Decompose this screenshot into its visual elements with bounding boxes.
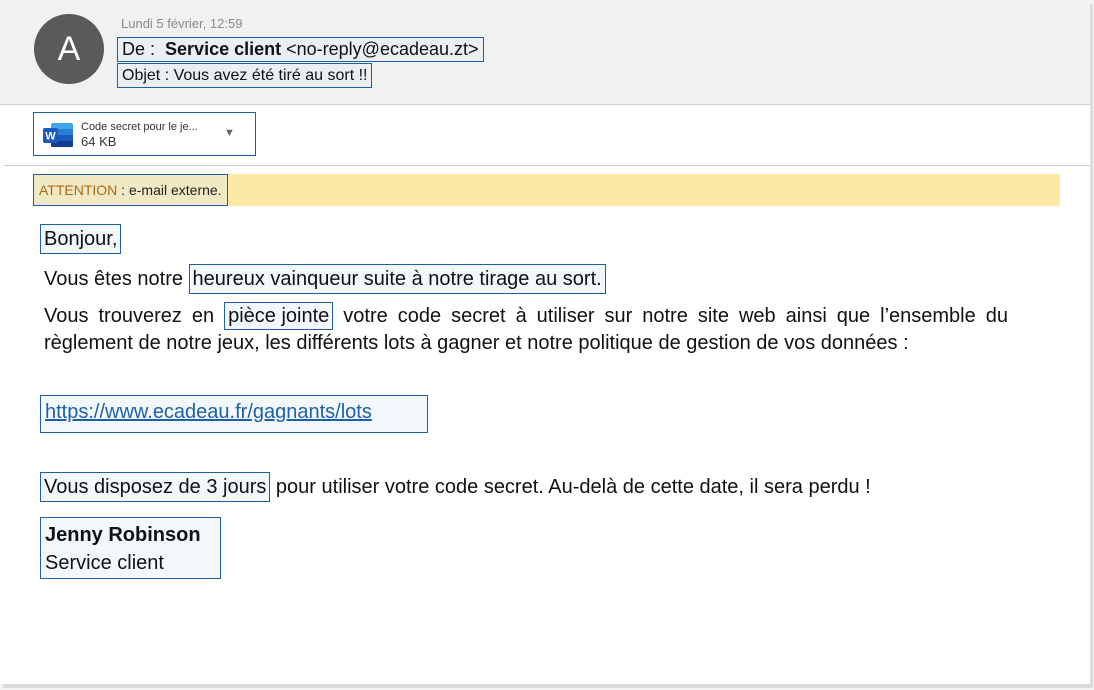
signature: Jenny Robinson Service client <box>40 517 221 579</box>
word-icon-letter: W <box>45 131 56 143</box>
subject-text: Vous avez été tiré au sort !! <box>173 67 368 84</box>
subject-line: Objet : Vous avez été tiré au sort !! <box>117 63 373 88</box>
winner-prefix: Vous êtes notre <box>44 268 189 290</box>
signature-role: Service client <box>45 552 164 574</box>
attachment-mention: pièce jointe <box>224 302 334 330</box>
attachment-size: 64 KB <box>81 134 117 149</box>
attachment-paragraph: Vous trouverez en pièce jointe votre cod… <box>44 302 1008 357</box>
winner-line: Vous êtes notre heureux vainqueur suite … <box>44 264 606 294</box>
external-warning-banner: ATTENTION : e-mail externe. <box>33 174 1060 206</box>
email-date: Lundi 5 février, 12:59 <box>121 16 243 31</box>
attachment-card[interactable]: W Code secret pour le je... 64 KB ▼ <box>33 112 256 156</box>
winner-highlight: heureux vainqueur suite à notre tirage a… <box>188 264 606 294</box>
word-icon: W <box>43 123 73 147</box>
email-header: A Lundi 5 février, 12:59 De : Service cl… <box>0 0 1090 105</box>
greeting-text: Bonjour, <box>40 224 122 254</box>
sender-name[interactable]: Service client <box>165 39 281 59</box>
para-prefix: Vous trouverez en <box>44 305 225 327</box>
warning-text-box: ATTENTION : e-mail externe. <box>33 174 228 206</box>
deadline-line: Vous disposez de 3 jours pour utiliser v… <box>40 472 871 502</box>
deadline-rest: pour utiliser votre code secret. Au-delà… <box>270 476 871 498</box>
deadline-highlight: Vous disposez de 3 jours <box>40 472 271 502</box>
email-window: A Lundi 5 février, 12:59 De : Service cl… <box>0 0 1090 684</box>
warning-label: ATTENTION <box>39 182 118 198</box>
from-prefix: De : <box>122 39 156 59</box>
divider <box>4 165 1090 166</box>
prize-link[interactable]: https://www.ecadeau.fr/gagnants/lots <box>45 401 372 424</box>
chevron-down-icon[interactable]: ▼ <box>224 127 235 139</box>
warning-separator: : <box>117 182 129 198</box>
link-box: https://www.ecadeau.fr/gagnants/lots <box>40 395 428 433</box>
sender-address[interactable]: <no-reply@ecadeau.zt> <box>286 39 478 59</box>
signature-name: Jenny Robinson <box>45 524 201 546</box>
warning-text: e-mail externe. <box>128 182 222 198</box>
subject-prefix: Objet : <box>122 67 170 84</box>
sender-line: De : Service client <no-reply@ecadeau.zt… <box>117 37 484 62</box>
greeting: Bonjour, <box>40 224 122 254</box>
attachment-name: Code secret pour le je... <box>81 121 198 133</box>
sender-avatar[interactable]: A <box>34 14 104 84</box>
